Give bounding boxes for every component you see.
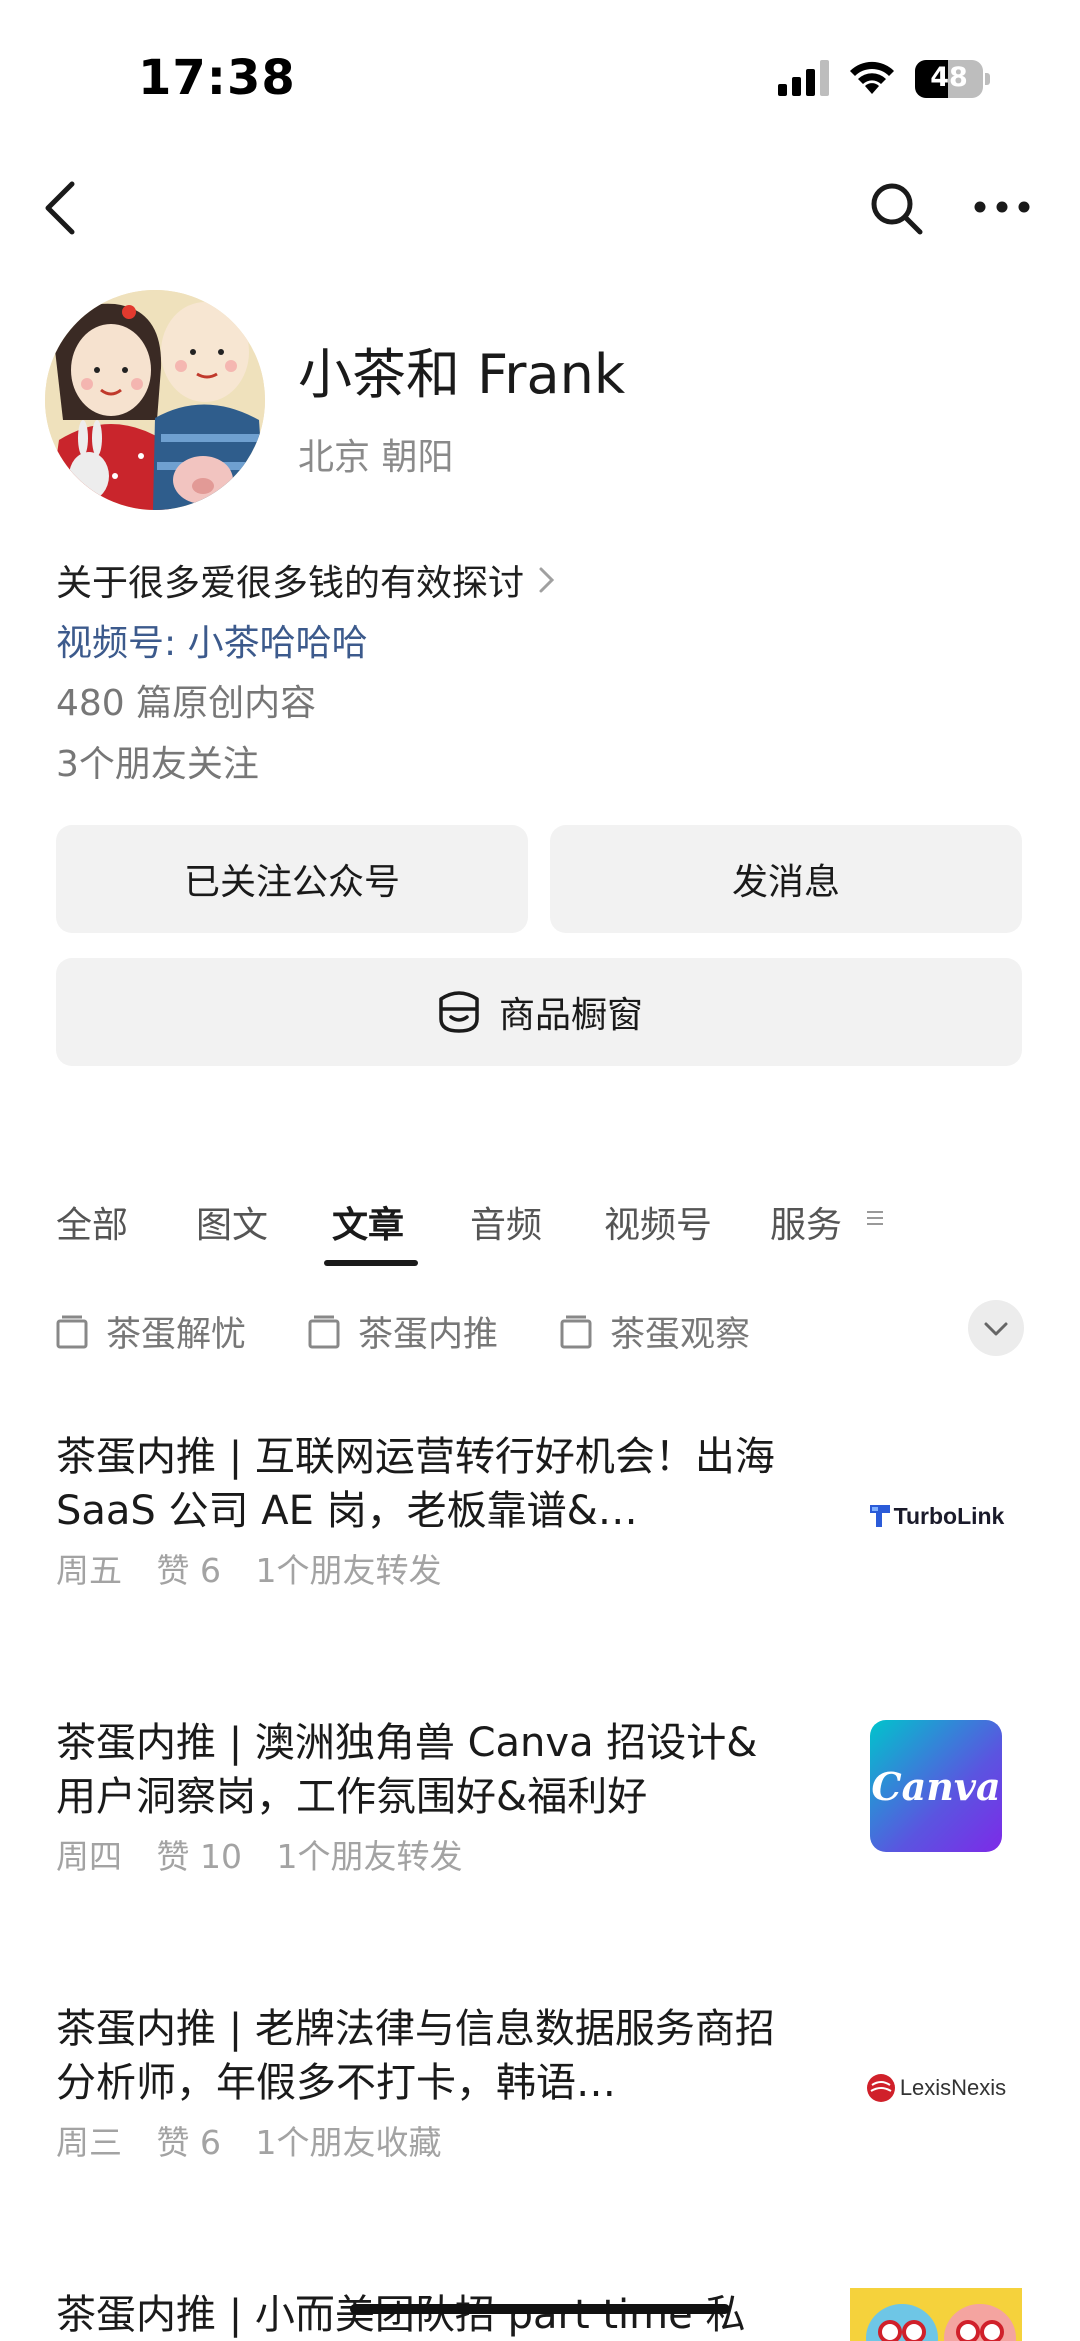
chevron-right-icon xyxy=(539,567,555,593)
album-filters: 茶蛋解忧 茶蛋内推 茶蛋观察 xyxy=(0,1300,1080,1364)
chevron-down-icon xyxy=(984,1322,1008,1336)
article-title: 茶蛋内推 | 澳洲独角兽 Canva 招设计&用户洞察岗，工作氛围好&福利好 xyxy=(56,1720,758,1820)
original-count: 480 篇原创内容 xyxy=(56,683,317,724)
followed-button-label: 已关注公众号 xyxy=(183,862,400,903)
home-indicator[interactable] xyxy=(350,2304,730,2314)
more-icon[interactable] xyxy=(972,196,1032,218)
article-meta: 周五 赞 6 1个朋友转发 xyxy=(56,1544,466,1592)
album-chip[interactable]: 茶蛋解忧 xyxy=(56,1306,246,1357)
article-meta: 周三 赞 6 1个朋友收藏 xyxy=(56,2116,466,2164)
tab-image-text[interactable]: 图文 xyxy=(196,1196,268,1248)
album-chip[interactable]: 茶蛋观察 xyxy=(560,1306,750,1357)
tab-all[interactable]: 全部 xyxy=(56,1196,128,1248)
article-thumbnail xyxy=(850,2288,1022,2341)
article-day: 周五 xyxy=(56,1551,122,1590)
expand-albums-button[interactable] xyxy=(968,1300,1024,1356)
album-chip[interactable]: 茶蛋内推 xyxy=(308,1306,498,1357)
album-label: 茶蛋内推 xyxy=(358,1315,499,1355)
album-icon xyxy=(560,1315,592,1348)
cartoon-thumbnail-icon xyxy=(850,2288,1022,2341)
article-thumbnail: Canva xyxy=(850,1700,1022,1872)
article-thumbnail: LexisNexis xyxy=(850,2002,1022,2174)
album-label: 茶蛋观察 xyxy=(610,1315,751,1355)
article-item[interactable]: 茶蛋内推 | 小而美团队招 part time 私 xyxy=(0,2288,1080,2341)
followed-button[interactable]: 已关注公众号 xyxy=(56,825,528,933)
article-item[interactable]: 茶蛋内推 | 互联网运营转行好机会！出海 SaaS 公司 AE 岗，老板靠谱&…… xyxy=(0,1430,1080,1600)
video-channel-link[interactable]: 视频号: 小茶哈哈哈 xyxy=(56,614,368,666)
content-tabs: 全部 图文 文章 音频 视频号 服务 xyxy=(0,1190,1080,1270)
account-location: 北京 朝阳 xyxy=(298,437,454,478)
battery-icon: 48 xyxy=(915,60,990,98)
article-likes: 赞 6 xyxy=(156,1551,222,1590)
article-day: 周四 xyxy=(56,1837,122,1876)
thumbnail-brand: Canva xyxy=(871,1763,1001,1809)
article-likes: 赞 6 xyxy=(156,2123,222,2162)
avatar[interactable] xyxy=(45,290,265,510)
cellular-signal-icon xyxy=(778,60,829,96)
send-message-button[interactable]: 发消息 xyxy=(550,825,1022,933)
wifi-icon xyxy=(850,61,894,94)
services-menu-icon[interactable] xyxy=(866,1210,884,1226)
tab-audio[interactable]: 音频 xyxy=(470,1196,542,1248)
send-message-label: 发消息 xyxy=(731,862,840,903)
album-icon xyxy=(56,1315,88,1348)
article-likes: 赞 10 xyxy=(156,1837,242,1876)
account-description[interactable]: 关于很多爱很多钱的有效探讨 xyxy=(56,556,556,604)
album-icon xyxy=(308,1315,340,1348)
back-icon[interactable] xyxy=(38,178,82,238)
friends-following[interactable]: 3个朋友关注 xyxy=(56,735,259,787)
status-bar: 17:38 48 xyxy=(0,0,1080,160)
article-item[interactable]: 茶蛋内推 | 澳洲独角兽 Canva 招设计&用户洞察岗，工作氛围好&福利好 周… xyxy=(0,1716,1080,1896)
article-social: 1个朋友收藏 xyxy=(255,2123,442,2162)
article-social: 1个朋友转发 xyxy=(276,1837,463,1876)
tab-articles[interactable]: 文章 xyxy=(332,1196,404,1248)
tab-video-channel[interactable]: 视频号 xyxy=(604,1196,712,1248)
article-thumbnail: TurboLink xyxy=(850,1430,1022,1602)
article-title: 茶蛋内推 | 小而美团队招 part time 私 xyxy=(56,2292,746,2338)
description-text: 关于很多爱很多钱的有效探讨 xyxy=(56,563,525,604)
thumbnail-brand: TurboLink xyxy=(893,1502,1005,1529)
search-icon[interactable] xyxy=(868,180,924,236)
shop-window-label: 商品橱窗 xyxy=(498,995,643,1036)
shop-window-icon xyxy=(439,991,479,1033)
article-day: 周三 xyxy=(56,2123,122,2162)
thumbnail-brand: LexisNexis xyxy=(899,2075,1007,2100)
article-title: 茶蛋内推 | 老牌法律与信息数据服务商招分析师，年假多不打卡，韩语… xyxy=(56,2006,775,2106)
turbolink-logo-icon xyxy=(869,1505,890,1527)
battery-level: 48 xyxy=(930,62,968,93)
article-meta: 周四 赞 10 1个朋友转发 xyxy=(56,1830,486,1878)
article-title: 茶蛋内推 | 互联网运营转行好机会！出海 SaaS 公司 AE 岗，老板靠谱&… xyxy=(56,1434,775,1534)
account-name: 小茶和 Frank xyxy=(298,343,626,406)
lexisnexis-logo-icon xyxy=(866,2074,895,2102)
article-item[interactable]: 茶蛋内推 | 老牌法律与信息数据服务商招分析师，年假多不打卡，韩语… 周三 赞 … xyxy=(0,2002,1080,2182)
article-social: 1个朋友转发 xyxy=(255,1551,442,1590)
status-time: 17:38 xyxy=(138,50,296,106)
album-label: 茶蛋解忧 xyxy=(106,1315,247,1355)
tab-services[interactable]: 服务 xyxy=(770,1196,842,1248)
shop-window-button[interactable]: 商品橱窗 xyxy=(56,958,1022,1066)
active-tab-indicator xyxy=(324,1260,418,1266)
